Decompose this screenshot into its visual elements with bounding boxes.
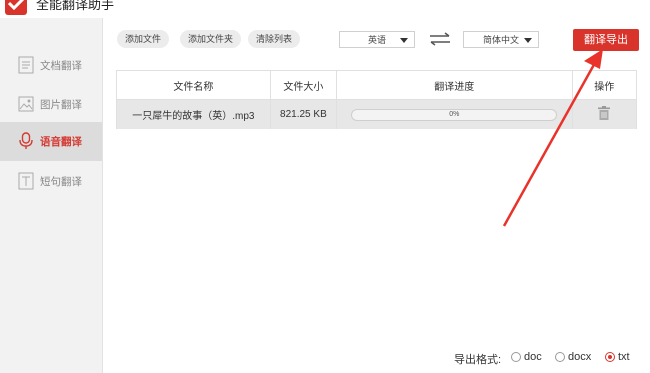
sidebar-item-label: 文档翻译	[40, 60, 82, 72]
progress-text: 0%	[449, 110, 460, 118]
microphone-icon	[19, 132, 33, 149]
radio-selected-icon	[605, 352, 615, 362]
sidebar-item-sentence[interactable]: 短句翻译	[0, 162, 102, 201]
app-logo	[5, 0, 27, 15]
source-language-value: 英语	[367, 35, 386, 45]
sidebar-item-voice[interactable]: 语音翻译	[0, 122, 102, 161]
chevron-down-icon	[524, 38, 532, 43]
progress-cell: 0%	[336, 99, 573, 129]
table-row[interactable]: 一只犀牛的故事（英）.mp3 821.25 KB 0%	[116, 99, 638, 129]
swap-languages-icon[interactable]	[429, 32, 451, 46]
trash-icon[interactable]	[598, 106, 611, 120]
app-title: 全能翻译助手	[36, 0, 115, 12]
file-size-cell: 821.25 KB	[269, 99, 338, 129]
column-header-action: 操作	[571, 70, 638, 100]
sidebar-item-label: 短句翻译	[40, 176, 82, 188]
column-header-size: 文件大小	[269, 70, 338, 100]
add-file-button[interactable]: 添加文件	[117, 30, 170, 48]
add-folder-button[interactable]: 添加文件夹	[180, 30, 242, 48]
image-icon	[18, 96, 34, 112]
clear-list-button[interactable]: 清除列表	[248, 30, 301, 48]
export-format-label: 导出格式:	[454, 354, 502, 366]
sidebar-item-label: 语音翻译	[40, 136, 82, 148]
target-language-value: 简体中文	[482, 35, 519, 45]
sidebar-item-label: 图片翻译	[40, 99, 82, 111]
radio-icon	[555, 352, 565, 362]
source-language-select[interactable]: 英语	[339, 31, 415, 48]
radio-icon	[511, 352, 521, 362]
target-language-select[interactable]: 简体中文	[463, 31, 539, 48]
sidebar-item-document[interactable]: 文档翻译	[0, 46, 102, 85]
radio-label: docx	[568, 351, 592, 363]
sidebar-item-image[interactable]: 图片翻译	[0, 85, 102, 124]
text-icon	[18, 172, 34, 190]
action-cell	[571, 99, 638, 129]
table-header-row: 文件名称 文件大小 翻译进度 操作	[116, 70, 638, 100]
column-header-name: 文件名称	[116, 70, 271, 100]
progress-bar: 0%	[351, 108, 558, 121]
translate-export-button[interactable]: 翻译导出	[573, 29, 639, 51]
column-header-progress: 翻译进度	[336, 70, 573, 100]
radio-label: txt	[618, 351, 630, 363]
chevron-down-icon	[400, 38, 408, 43]
radio-label: doc	[524, 351, 542, 363]
file-table: 文件名称 文件大小 翻译进度 操作 一只犀牛的故事（英）.mp3 821.25 …	[116, 70, 638, 129]
file-name-cell: 一只犀牛的故事（英）.mp3	[116, 99, 271, 129]
title-bar: 全能翻译助手	[0, 0, 650, 18]
sidebar: 文档翻译 图片翻译 语音翻译 短句翻译	[0, 18, 103, 373]
document-icon	[18, 56, 34, 74]
